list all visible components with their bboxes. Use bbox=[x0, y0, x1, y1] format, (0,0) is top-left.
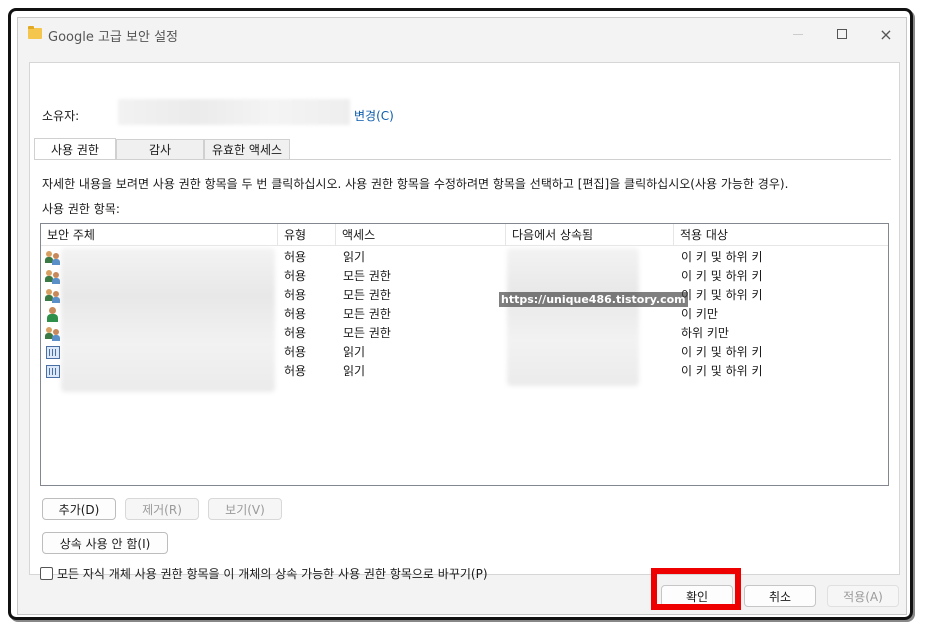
table-row[interactable]: 허용 읽기 이 키 및 하위 키 bbox=[41, 362, 888, 381]
title-bar: Google 고급 보안 설정 × bbox=[18, 18, 906, 52]
list-header: 보안 주체 유형 액세스 다음에서 상속됨 적용 대상 bbox=[41, 224, 888, 246]
table-row[interactable]: 허용 모든 권한 이 키만 bbox=[41, 305, 888, 324]
row-type: 허용 bbox=[284, 269, 307, 283]
row-applies-to: 이 키 및 하위 키 bbox=[681, 250, 763, 264]
apply-button[interactable]: 적용(A) bbox=[827, 585, 899, 607]
user-group-icon bbox=[45, 250, 61, 265]
col-applies-to[interactable]: 적용 대상 bbox=[674, 224, 888, 246]
row-access: 읽기 bbox=[343, 250, 366, 264]
folder-icon bbox=[28, 26, 42, 39]
tab-auditing[interactable]: 감사 bbox=[116, 139, 204, 159]
watermark-text: https://unique486.tistory.com bbox=[499, 292, 688, 307]
user-group-icon bbox=[45, 269, 61, 284]
close-button[interactable]: × bbox=[864, 18, 908, 50]
window-title: Google 고급 보안 설정 bbox=[48, 30, 178, 45]
row-access: 모든 권한 bbox=[343, 326, 391, 340]
instructions-text: 자세한 내용을 보려면 사용 권한 항목을 두 번 클릭하십시오. 사용 권한 … bbox=[42, 177, 789, 191]
permission-entries-list[interactable]: 보안 주체 유형 액세스 다음에서 상속됨 적용 대상 허용 읽기 이 키 및 … bbox=[40, 223, 889, 486]
user-group-icon bbox=[45, 326, 61, 341]
remove-button[interactable]: 제거(R) bbox=[125, 498, 199, 520]
row-applies-to: 이 키 및 하위 키 bbox=[681, 364, 763, 378]
row-access: 읽기 bbox=[343, 364, 366, 378]
disable-inheritance-button[interactable]: 상속 사용 안 함(I) bbox=[42, 532, 168, 554]
security-dialog-window: Google 고급 보안 설정 × 소유자: 변경(C) 사용 권한 감사 유효… bbox=[17, 17, 907, 615]
ok-button[interactable]: 확인 bbox=[661, 585, 733, 607]
replace-permissions-label: 모든 자식 개체 사용 권한 항목을 이 개체의 상속 가능한 사용 권한 항목… bbox=[57, 566, 488, 581]
app-package-icon bbox=[45, 364, 61, 379]
tab-permissions[interactable]: 사용 권한 bbox=[34, 138, 116, 159]
row-access: 모든 권한 bbox=[343, 269, 391, 283]
tab-divider bbox=[34, 159, 891, 160]
col-access[interactable]: 액세스 bbox=[336, 224, 506, 246]
table-row[interactable]: 허용 읽기 이 키 및 하위 키 bbox=[41, 248, 888, 267]
maximize-icon bbox=[837, 29, 847, 39]
owner-label: 소유자: bbox=[42, 109, 80, 123]
row-applies-to: 이 키 및 하위 키 bbox=[681, 288, 763, 302]
col-type[interactable]: 유형 bbox=[278, 224, 336, 246]
table-row[interactable]: 허용 읽기 이 키 및 하위 키 bbox=[41, 343, 888, 362]
app-package-icon bbox=[45, 345, 61, 360]
user-group-icon bbox=[45, 288, 61, 303]
add-button[interactable]: 추가(D) bbox=[42, 498, 116, 520]
replace-permissions-checkbox[interactable] bbox=[40, 566, 53, 580]
col-inherited-from[interactable]: 다음에서 상속됨 bbox=[506, 224, 674, 246]
row-access: 모든 권한 bbox=[343, 288, 391, 302]
row-type: 허용 bbox=[284, 326, 307, 340]
row-type: 허용 bbox=[284, 307, 307, 321]
table-row[interactable]: 허용 모든 권한 하위 키만 bbox=[41, 324, 888, 343]
row-type: 허용 bbox=[284, 250, 307, 264]
user-icon bbox=[45, 307, 61, 322]
tab-effective-access[interactable]: 유효한 액세스 bbox=[204, 139, 290, 159]
minimize-icon bbox=[793, 33, 803, 35]
row-type: 허용 bbox=[284, 288, 307, 302]
row-access: 모든 권한 bbox=[343, 307, 391, 321]
row-applies-to: 이 키 및 하위 키 bbox=[681, 345, 763, 359]
permission-entries-label: 사용 권한 항목: bbox=[42, 202, 120, 216]
row-type: 허용 bbox=[284, 364, 307, 378]
col-principal[interactable]: 보안 주체 bbox=[41, 224, 278, 246]
cancel-button[interactable]: 취소 bbox=[744, 585, 816, 607]
maximize-button[interactable] bbox=[820, 18, 864, 50]
view-button[interactable]: 보기(V) bbox=[208, 498, 282, 520]
owner-change-link[interactable]: 변경(C) bbox=[354, 107, 394, 124]
row-applies-to: 하위 키만 bbox=[681, 326, 729, 340]
close-icon: × bbox=[879, 24, 893, 44]
content-panel: 소유자: 변경(C) 사용 권한 감사 유효한 액세스 자세한 내용을 보려면 … bbox=[29, 62, 900, 581]
row-applies-to: 이 키만 bbox=[681, 307, 718, 321]
table-row[interactable]: 허용 모든 권한 이 키 및 하위 키 bbox=[41, 267, 888, 286]
row-access: 읽기 bbox=[343, 345, 366, 359]
table-row[interactable]: 허용 모든 권한 이 키 및 하위 키 bbox=[41, 286, 888, 305]
owner-value-redacted bbox=[118, 99, 350, 125]
minimize-button[interactable] bbox=[776, 18, 820, 50]
row-applies-to: 이 키 및 하위 키 bbox=[681, 269, 763, 283]
replace-permissions-option[interactable]: 모든 자식 개체 사용 권한 항목을 이 개체의 상속 가능한 사용 권한 항목… bbox=[40, 565, 488, 581]
row-type: 허용 bbox=[284, 345, 307, 359]
